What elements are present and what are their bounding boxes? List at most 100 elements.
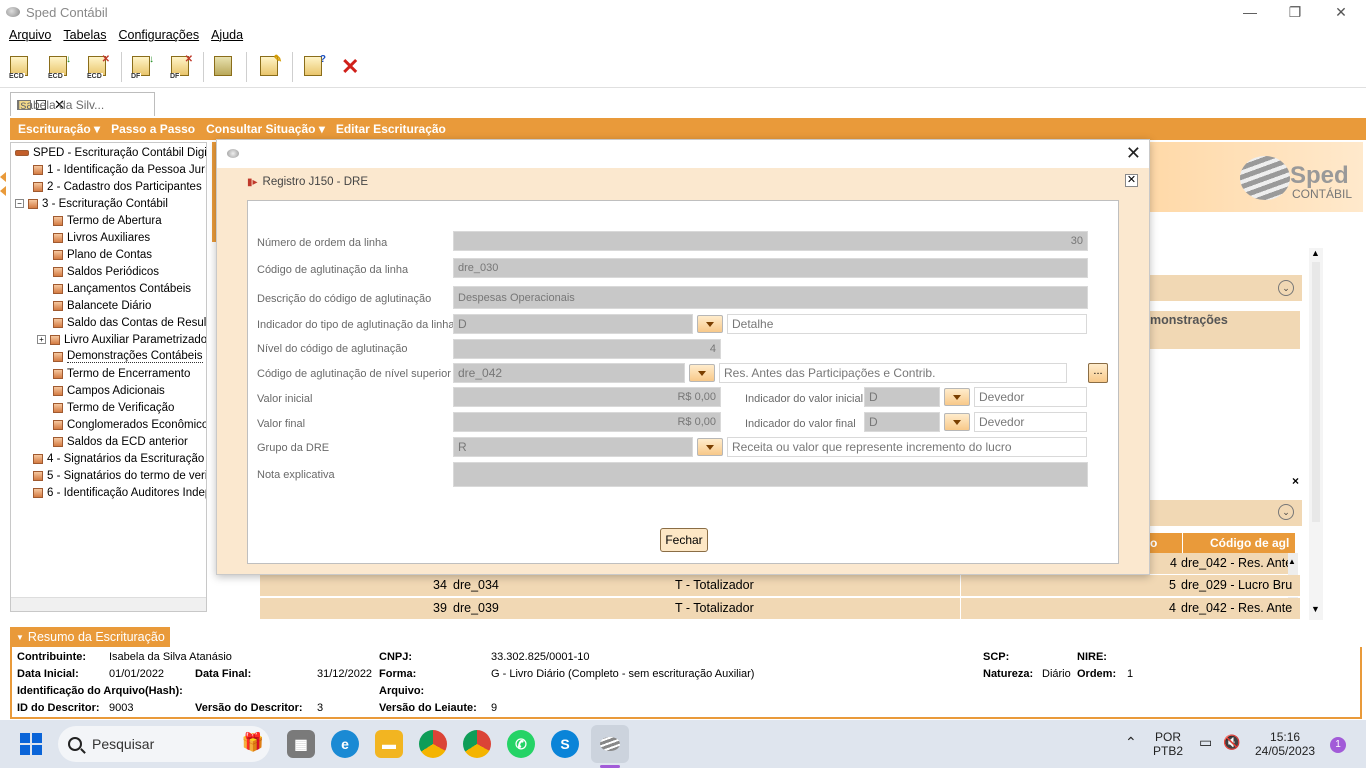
menu-tabelas[interactable]: Tabelas [63, 28, 106, 42]
delete-df-button[interactable]: ✕ DF [169, 54, 193, 80]
menu-arquivo[interactable]: Arquivo [9, 28, 51, 42]
contribuinte-label: Contribuinte: [17, 651, 87, 663]
tree-item[interactable]: + Livro Auxiliar Parametrizado [37, 331, 206, 348]
ecd-tag: ECD [8, 73, 25, 80]
tree-item[interactable]: Termo de Abertura [53, 212, 162, 229]
menu-configuracoes[interactable]: Configurações [118, 28, 199, 42]
edge-icon[interactable]: e [331, 730, 359, 758]
row-parent: dre_042 - Res. Ante [1181, 556, 1293, 570]
tree-label: 6 - Identificação Auditores Indepe [47, 486, 207, 499]
tree-root[interactable]: SPED - Escrituração Contábil Digital [15, 144, 206, 161]
collapse-arrow-icon: ▼ [16, 632, 24, 642]
menu-ajuda[interactable]: Ajuda [211, 28, 243, 42]
tree-item[interactable]: Livros Auxiliares [53, 229, 150, 246]
menu-editar-escrituracao[interactable]: Editar Escrituração [336, 122, 446, 136]
scroll-down-icon[interactable]: ▼ [1311, 604, 1320, 614]
tree-item[interactable]: Saldos Periódicos [53, 263, 159, 280]
minimize-button[interactable]: — [1227, 0, 1273, 24]
scrollbar-thumb[interactable] [1312, 262, 1320, 522]
clipboard-button[interactable] [212, 54, 236, 80]
clock[interactable]: 15:16 24/05/2023 [1255, 730, 1315, 758]
tree-item[interactable]: 6 - Identificação Auditores Indepe [33, 484, 207, 501]
document-tab[interactable]: Isabela da Silv... ✕ [10, 92, 155, 116]
import-ecd-button[interactable]: ↓ ECD [47, 54, 71, 80]
tree-item[interactable]: Saldos da ECD anterior [53, 433, 188, 450]
tree-horizontal-scrollbar[interactable] [11, 597, 206, 611]
grupo-dre-dropdown-button[interactable] [697, 438, 723, 456]
tree-item[interactable]: − 3 - Escrituração Contábil [15, 195, 168, 212]
tree-label: Balancete Diário [67, 299, 152, 312]
menu-escrituracao[interactable]: Escrituração ▾ [18, 122, 100, 136]
codigo-superior-dropdown-button[interactable] [689, 364, 715, 382]
dialog-window-close-button[interactable]: ✕ [1126, 143, 1141, 164]
collapse-toggle-icon[interactable]: − [15, 199, 24, 208]
fechar-button[interactable]: Fechar [660, 528, 708, 552]
taskbar-search[interactable]: Pesquisar 🎁 [58, 726, 270, 762]
calculator-icon[interactable]: ▦ [287, 730, 315, 758]
show-hidden-icons-icon[interactable]: ⌃ [1125, 734, 1137, 751]
tree-item[interactable]: Plano de Contas [53, 246, 152, 263]
tree-item[interactable]: Termo de Verificação [53, 399, 174, 416]
sped-taskbar-icon[interactable] [591, 725, 629, 763]
volume-muted-icon[interactable]: 🔇 [1223, 734, 1240, 751]
maximize-button[interactable]: ❐ [1272, 0, 1318, 24]
tree-label: Saldos Periódicos [67, 265, 160, 278]
notification-badge[interactable]: 1 [1330, 737, 1346, 753]
indicador-valor-inicial-dropdown-button[interactable] [944, 388, 970, 406]
indicador-valor-inicial-field: D [864, 387, 940, 407]
import-df-button[interactable]: ↓ DF [130, 54, 154, 80]
collapse-handle[interactable] [0, 168, 8, 208]
data-inicial-label: Data Inicial: [17, 668, 79, 680]
expand-toggle-icon[interactable]: + [37, 335, 46, 344]
indicador-valor-final-description: Devedor [974, 412, 1087, 432]
collapse-chevron-icon[interactable]: ⌄ [1278, 504, 1294, 520]
scroll-up-icon[interactable]: ▲ [1311, 248, 1320, 258]
tree-item[interactable]: Lançamentos Contábeis [53, 280, 191, 297]
help-button[interactable]: ? [302, 54, 326, 80]
network-icon[interactable]: ▭ [1199, 734, 1212, 751]
data-final-label: Data Final: [195, 668, 252, 680]
language-indicator[interactable]: POR PTB2 [1153, 730, 1183, 758]
keyboard-layout: PTB2 [1153, 744, 1184, 758]
close-icon[interactable]: × [1292, 474, 1299, 488]
table-row[interactable]: 34 dre_034 T - Totalizador 5 dre_029 - L… [260, 575, 1300, 597]
title-bar: Sped Contábil — ❐ ✕ [0, 0, 1366, 24]
new-ecd-button[interactable]: ECD [8, 54, 32, 80]
dialog-close-button[interactable]: ✕ [1125, 174, 1138, 187]
tree-item[interactable]: 4 - Signatários da Escrituração [33, 450, 204, 467]
indicador-tipo-dropdown-button[interactable] [697, 315, 723, 333]
skype-icon[interactable]: S [551, 730, 579, 758]
menu-passo-a-passo[interactable]: Passo a Passo [111, 122, 195, 136]
navigation-tree: SPED - Escrituração Contábil Digital 1 -… [10, 142, 207, 612]
edit-button[interactable]: ✎ [258, 54, 282, 80]
lookup-button[interactable]: ... [1088, 363, 1108, 383]
windows-start-icon[interactable] [20, 733, 42, 755]
indicador-valor-final-dropdown-button[interactable] [944, 413, 970, 431]
scroll-up-icon[interactable]: ▲ [1288, 557, 1296, 566]
main-vertical-scrollbar[interactable]: ▲ ▼ [1309, 248, 1323, 620]
tree-item-selected[interactable]: Demonstrações Contábeis [53, 348, 203, 365]
menu-consultar-situacao[interactable]: Consultar Situação ▾ [206, 122, 325, 136]
delete-ecd-button[interactable]: ✕ ECD [86, 54, 110, 80]
tree-item[interactable]: 2 - Cadastro dos Participantes [33, 178, 202, 195]
tree-item[interactable]: 1 - Identificação da Pessoa Jurídic [33, 161, 206, 178]
table-row[interactable]: 39 dre_039 T - Totalizador 4 dre_042 - R… [260, 598, 1300, 620]
chrome-icon[interactable] [419, 730, 447, 758]
table-row[interactable]: 4 dre_042 - Res. Ante [1150, 553, 1292, 574]
close-window-button[interactable]: ✕ [1318, 0, 1364, 24]
summary-header[interactable]: ▼ Resumo da Escrituração [10, 627, 170, 647]
collapse-chevron-icon[interactable]: ⌄ [1278, 280, 1294, 296]
valor-inicial-label: Valor inicial [257, 393, 313, 405]
tree-item[interactable]: Campos Adicionais [53, 382, 165, 399]
tree-item[interactable]: Balancete Diário [53, 297, 151, 314]
exit-x-icon[interactable]: ✕ [341, 54, 365, 80]
tree-item[interactable]: Termo de Encerramento [53, 365, 190, 382]
file-explorer-icon[interactable]: ▬ [375, 730, 403, 758]
chrome-profile-icon[interactable] [463, 730, 491, 758]
whatsapp-icon[interactable]: ✆ [507, 730, 535, 758]
tree-item[interactable]: Saldo das Contas de Resultad [53, 314, 206, 331]
tree-item[interactable]: 5 - Signatários do termo de verific [33, 467, 206, 484]
book-icon [28, 198, 38, 209]
tree-item[interactable]: Conglomerados Econômicos [53, 416, 206, 433]
nivel-field: 4 [453, 339, 721, 359]
